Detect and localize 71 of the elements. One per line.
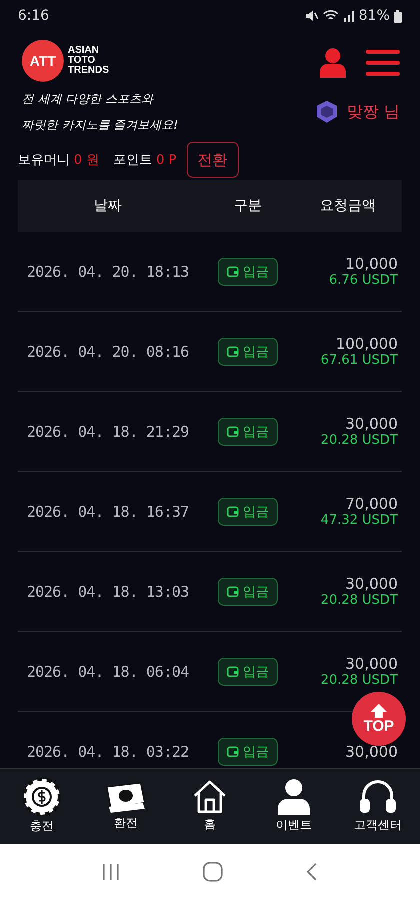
column-header: 날짜 bbox=[93, 197, 123, 215]
wallet-icon bbox=[227, 506, 239, 518]
status-time: 6:16 bbox=[18, 8, 50, 24]
usdt-amount: 20.28 USDT bbox=[320, 593, 398, 608]
home-icon bbox=[193, 780, 227, 814]
usdt-amount: 20.28 USDT bbox=[320, 673, 398, 688]
convert-button[interactable]: 전환 bbox=[186, 142, 239, 178]
date-cell-text: 2026. 04. 18. 21:29 bbox=[26, 422, 190, 440]
nav-item[interactable]: 충전 bbox=[7, 778, 77, 835]
headset-icon bbox=[359, 779, 397, 815]
money-value: 0 원 bbox=[74, 152, 100, 169]
mute-icon bbox=[304, 10, 319, 22]
rank-badge-icon bbox=[314, 100, 339, 124]
usdt-amount: 47.32 USDT bbox=[320, 513, 398, 528]
column-header: 요청금액 bbox=[319, 197, 377, 215]
home-button-icon[interactable] bbox=[202, 862, 223, 882]
username[interactable]: 맞짱 님 bbox=[346, 102, 400, 122]
amount-text: 30,000 bbox=[346, 655, 398, 673]
signal-icon bbox=[342, 10, 355, 22]
type-badge: 입금 bbox=[218, 258, 278, 286]
wallet-icon bbox=[227, 266, 239, 278]
person-icon bbox=[277, 779, 311, 815]
tagline-text: 전 세계 다양한 스포츠와 bbox=[22, 91, 156, 108]
usdt-amount: 67.61 USDT bbox=[320, 353, 398, 368]
back-icon[interactable] bbox=[306, 863, 318, 881]
scroll-top-button[interactable]: TOP bbox=[352, 692, 406, 746]
date-cell-text: 2026. 04. 20. 08:16 bbox=[26, 342, 190, 360]
type-badge: 입금 bbox=[218, 338, 278, 366]
amount-text: 70,000 bbox=[346, 495, 398, 513]
tagline-text: 짜릿한 카지노를 즐겨보세요! bbox=[22, 117, 178, 134]
nav-item[interactable]: 이벤트 bbox=[259, 779, 329, 834]
recent-apps-icon[interactable] bbox=[102, 864, 120, 880]
logo-text: TRENDS bbox=[68, 66, 110, 76]
wifi-icon bbox=[322, 10, 339, 22]
wallet-icon bbox=[227, 426, 239, 438]
nav-item[interactable]: 환전 bbox=[91, 781, 161, 832]
wallet-icon bbox=[227, 666, 239, 678]
logo-mark[interactable]: ATT bbox=[22, 40, 64, 82]
amount-text: 100,000 bbox=[336, 335, 398, 353]
wallet-icon bbox=[227, 346, 239, 358]
nav-item[interactable]: 홈 bbox=[175, 780, 245, 833]
arrow-up-icon bbox=[371, 704, 387, 718]
amount-text: 30,000 bbox=[346, 575, 398, 593]
type-badge: 입금 bbox=[218, 418, 278, 446]
date-cell-text: 2026. 04. 18. 13:03 bbox=[26, 582, 190, 600]
date-cell-text: 2026. 04. 18. 06:04 bbox=[26, 662, 190, 680]
point-label: 포인트 bbox=[113, 152, 152, 169]
wallet-icon bbox=[227, 586, 239, 598]
type-badge: 입금 bbox=[218, 738, 278, 766]
date-cell-text: 2026. 04. 18. 03:22 bbox=[26, 742, 190, 760]
column-header: 구분 bbox=[233, 197, 263, 215]
nav-item[interactable]: 고객센터 bbox=[343, 779, 413, 834]
user-icon[interactable] bbox=[320, 48, 346, 78]
type-badge: 입금 bbox=[218, 658, 278, 686]
type-badge: 입금 bbox=[218, 498, 278, 526]
date-cell-text: 2026. 04. 20. 18:13 bbox=[26, 262, 190, 280]
usdt-amount: 6.76 USDT bbox=[329, 273, 398, 288]
money-label: 보유머니 bbox=[18, 152, 70, 169]
amount-text: 30,000 bbox=[346, 415, 398, 433]
battery-level: 81% bbox=[358, 8, 390, 24]
point-value: 0 P bbox=[156, 152, 177, 168]
battery-icon bbox=[394, 10, 402, 22]
menu-icon[interactable] bbox=[366, 49, 400, 77]
type-badge: 입금 bbox=[218, 578, 278, 606]
casino-chip-icon bbox=[23, 778, 61, 816]
usdt-amount: 20.28 USDT bbox=[320, 433, 398, 448]
logo-text: ASIAN bbox=[68, 46, 100, 56]
logo-text: TOTO bbox=[68, 56, 96, 66]
date-cell-text: 2026. 04. 18. 16:37 bbox=[26, 502, 190, 520]
wallet-icon bbox=[227, 746, 239, 758]
amount-text: 10,000 bbox=[346, 255, 398, 273]
